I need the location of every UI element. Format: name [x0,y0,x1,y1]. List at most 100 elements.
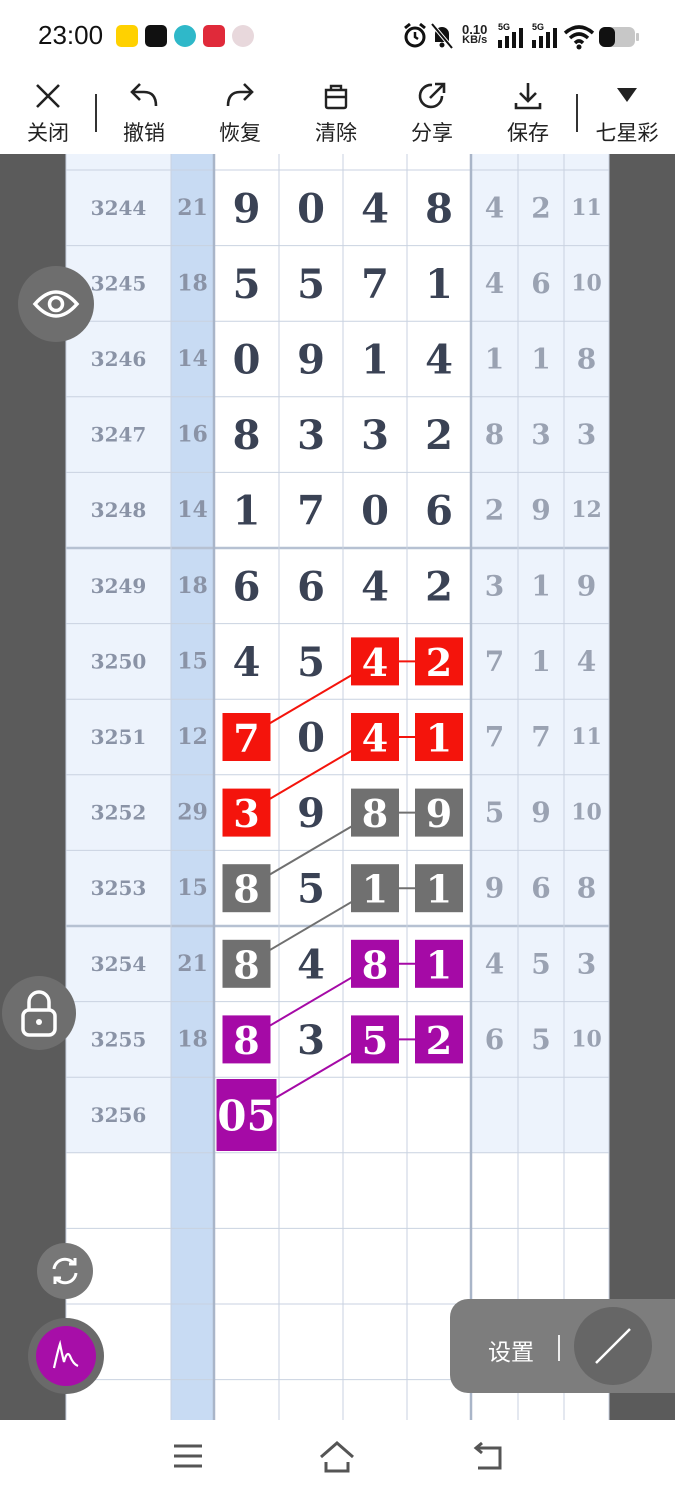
stat-value: 4 [485,947,504,980]
issue-number: 3253 [91,876,147,900]
draw-digit: 9 [233,185,261,232]
issue-number: 3245 [91,271,147,295]
stat-value: 1 [531,645,550,678]
stat-value: 3 [577,418,596,451]
issue-number: 3250 [91,649,147,673]
highlighted-digit: 1 [362,867,388,912]
highlighted-digit: 8 [362,942,388,987]
refresh-button[interactable] [37,1243,93,1299]
signal-label-2: 5G [532,22,545,32]
chart-grid-area[interactable]: 3244 21 9 0 4 8 4 2 11 3245 18 5 5 7 1 4 6 10 3246 14 0 9 1 4 1 1… [0,154,675,1420]
settings-divider [558,1335,560,1361]
issue-number: 3248 [91,498,147,522]
draw-digit: 7 [297,488,325,535]
issue-number: 3252 [91,801,147,825]
line-tool-button[interactable] [574,1307,652,1385]
undo-button[interactable]: 撤销 [104,72,184,154]
draw-digit: 5 [297,639,325,686]
digit-sum: 15 [177,648,208,674]
settings-button[interactable]: 设置 [488,1333,534,1367]
draw-digit: 3 [297,1017,325,1064]
draw-digit: 4 [361,563,389,610]
toolbar-divider [576,94,578,132]
navigation-bar [0,1420,675,1500]
redo-button[interactable]: 恢复 [200,72,280,154]
battery-icon [599,27,639,47]
stat-value: 9 [531,494,550,527]
highlighted-digit: 5 [362,1018,388,1063]
heart-app-icon [203,25,225,47]
trend-chart-grid[interactable]: 3244 21 9 0 4 8 4 2 113245 18 5 5 7 1 4 6 103246 14 0 9 1 4 1 1… [0,154,675,1420]
issue-number: 3249 [91,574,147,598]
save-button[interactable]: 保存 [488,72,568,154]
issue-number: 3254 [91,952,147,976]
stat-value: 4 [485,267,504,300]
back-icon[interactable] [472,1440,504,1472]
toolbar: 关闭 撤销 恢复 清除 分享 保存 七星彩 [0,72,675,154]
pen-color-button[interactable] [28,1318,104,1394]
wifi-icon [563,25,595,50]
issue-number: 3251 [91,725,147,749]
stat-value: 6 [485,1023,504,1056]
draw-digit: 9 [297,337,325,384]
draw-digit: 9 [297,790,325,837]
draw-digit: 2 [425,563,453,610]
stat-value: 3 [485,569,504,602]
menu-icon[interactable] [172,1440,204,1472]
digit-sum: 12 [177,724,208,750]
digit-sum: 18 [177,573,208,599]
stat-value: 6 [531,872,550,905]
draw-digit: 8 [425,185,453,232]
stat-value: 9 [531,796,550,829]
digit-sum: 15 [177,875,208,901]
stat-value: 10 [571,270,602,296]
digit-sum: 21 [177,951,208,977]
highlighted-digit: 05 [217,1092,275,1141]
digit-sum: 18 [177,1026,208,1052]
share-button[interactable]: 分享 [392,72,472,154]
draw-digit: 4 [425,337,453,384]
highlighted-digit: 2 [426,640,452,685]
highlighted-digit: 9 [426,791,452,836]
lottery-selector[interactable]: 七星彩 [587,72,667,154]
digit-sum: 14 [177,346,208,372]
share-label: 分享 [411,121,453,145]
share-icon [418,82,446,109]
lock-icon [21,990,57,1037]
status-bar: 23:00 0.10 KB/s 5G 5G [0,0,675,72]
line-tool-icon [595,1328,631,1364]
draw-digit: 3 [297,412,325,459]
redo-label: 恢复 [219,121,261,145]
alarm-icon [404,22,426,48]
draw-digit: 5 [297,261,325,308]
sync-icon [52,1257,78,1285]
draw-digit: 7 [361,261,389,308]
highlighted-digit: 8 [233,867,259,912]
highlighted-digit: 4 [362,640,388,685]
pen-icon [52,1340,79,1369]
highlighted-digit: 2 [426,1018,452,1063]
toolbar-divider [95,94,97,132]
pen-color-swatch [36,1326,96,1386]
mute-icon [430,22,454,50]
save-label: 保存 [507,121,549,145]
visibility-button[interactable] [18,266,94,342]
clear-button[interactable]: 清除 [296,72,376,154]
highlighted-digit: 8 [233,1018,259,1063]
issue-number: 3256 [91,1103,147,1127]
issue-number: 3247 [91,423,147,447]
lock-button[interactable] [2,976,76,1050]
draw-digit: 1 [361,337,389,384]
highlighted-digit: 1 [426,867,452,912]
draw-digit: 1 [425,261,453,308]
draw-digit: 6 [425,488,453,535]
highlighted-digit: 8 [362,791,388,836]
draw-digit: 0 [297,185,325,232]
close-button[interactable]: 关闭 [8,72,88,154]
clock: 23:00 [38,20,104,50]
home-icon[interactable] [318,1440,356,1474]
download-icon [514,83,542,110]
issue-number: 3255 [91,1027,147,1051]
stat-value: 4 [485,191,504,224]
stat-value: 8 [577,872,596,905]
